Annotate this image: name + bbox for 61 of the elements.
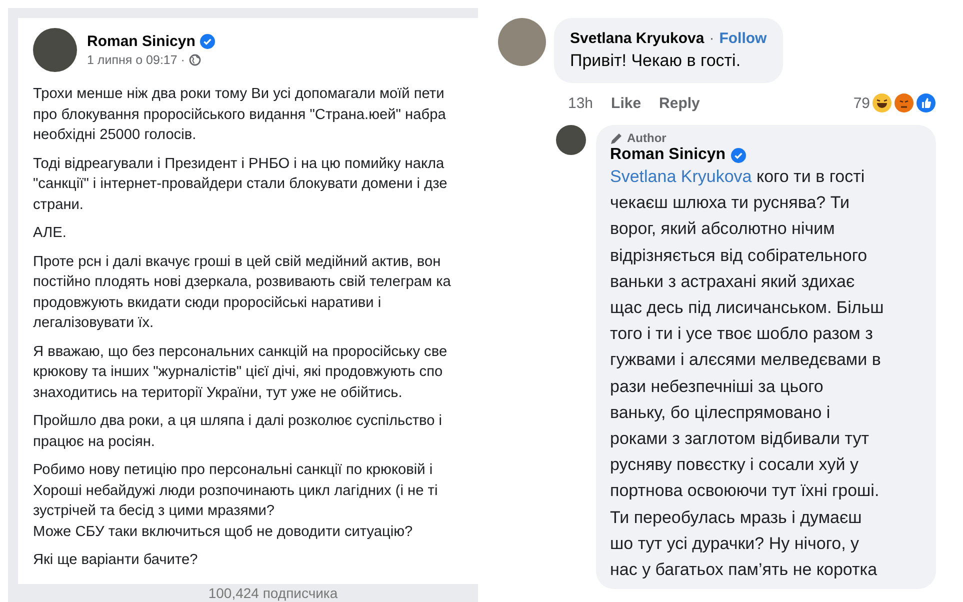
post-text-line: Я вважаю, що без персональних санкцій на проросійську све bbox=[33, 342, 448, 362]
reply-text-line: ваньки з астрахані який здихає bbox=[610, 270, 855, 293]
reaction-count[interactable]: 79 bbox=[853, 94, 870, 112]
separator-dot: · bbox=[709, 30, 714, 47]
thumbs-up-icon bbox=[916, 93, 936, 113]
verified-badge-icon bbox=[200, 34, 216, 49]
angry-emoji-icon bbox=[894, 93, 914, 113]
reply-text-line: Ти переобулась мразь і думаєш bbox=[610, 506, 862, 529]
post-text-line: крюкову та інших "журналістів" цієї дічі, які продовжують спо bbox=[33, 363, 443, 382]
author-name[interactable]: Roman Sinicyn bbox=[87, 33, 196, 50]
post-text-line: Проте рсн і далі вкачує гроші в цей свій медійний актив, вон bbox=[33, 252, 441, 272]
author-name[interactable]: Roman Sinicyn bbox=[610, 146, 726, 164]
author-label: Author bbox=[627, 131, 666, 145]
reply-text-line: того і ти і усе твоє шобло разом з bbox=[610, 323, 873, 346]
reply-text-line: чекаєш шлюха ти руснява? Ти bbox=[610, 192, 850, 214]
laughing-emoji-icon bbox=[872, 93, 892, 113]
reply-text-line: ворог, який абсолютно нічим bbox=[610, 218, 835, 240]
verified-badge-icon bbox=[730, 148, 746, 162]
commenter-name[interactable]: Svetlana Kryukova bbox=[570, 30, 704, 47]
reply-text-line: портнова освоюючи тут їхні гроші. bbox=[610, 480, 880, 502]
avatar bbox=[556, 125, 586, 155]
comment-time[interactable]: 13h bbox=[568, 94, 594, 112]
reply-text-line: рази небезпечніші за цього bbox=[610, 376, 824, 398]
reply-text-line: нас у багатьох пам’ять не коротка bbox=[610, 559, 878, 582]
reply-text-line: відрізняється від собірательного bbox=[610, 244, 868, 267]
reply-text-line: гужвами і алєсями мелведєвами в bbox=[610, 349, 881, 372]
post-text-line: Пройшло два роки, а ця шляпа і далі розколює суспільство і bbox=[33, 412, 442, 431]
post-text-line: страни. bbox=[33, 196, 84, 214]
post-text-line: "санкції" і інтернет-провайдери стали блокувати домени і дзе bbox=[33, 175, 448, 194]
post-text-line: працює на росіян. bbox=[33, 432, 155, 452]
post-text-line: необхідні 25000 голосів. bbox=[33, 126, 196, 145]
post-text-line: про блокування проросійського видання "Страна.юей" набра bbox=[33, 106, 446, 124]
reply-text-line: роками з заглотом відбивали тут bbox=[610, 428, 869, 450]
post-text-line: Тоді відреагували і Президент і РНБО і на цю помийку накла bbox=[33, 154, 444, 174]
comment-text: Привіт! Чекаю в гості. bbox=[570, 51, 742, 71]
post-text-line: Трохи менше ніж два роки тому Ви усі допомагали моїй пети bbox=[33, 85, 444, 104]
post-text-line: легалізовувати їх. bbox=[33, 314, 154, 333]
post-text-line: АЛЕ. bbox=[33, 224, 66, 243]
post-text-line: Може СБУ таки включиться щоб не доводити ситуацію? bbox=[33, 522, 413, 542]
reply-text-line: шо тут усі дурачки? Ну нічого, у bbox=[610, 532, 860, 555]
like-link[interactable]: Like bbox=[611, 94, 642, 112]
avatar bbox=[33, 28, 77, 72]
post-text-line: постійно плодять нові дзеркала, розвивають свій телеграм ка bbox=[33, 273, 451, 292]
post-date[interactable]: 1 липня о 09:17 · bbox=[87, 53, 185, 67]
reply-link[interactable]: Reply bbox=[659, 94, 700, 112]
post-text-line: Які ще варіанти бачите? bbox=[33, 551, 198, 570]
post-text-line: продовжують вкидати сюди проросійські наративи і bbox=[33, 294, 382, 312]
reply-text-line: русняву повєстку і сосали хуй у bbox=[610, 454, 859, 476]
post-text-line: знаходитись на території України, тут уже не обійтись. bbox=[33, 384, 402, 402]
mention-link[interactable]: Svetlana Kryukova bbox=[610, 167, 752, 186]
reply-text-line: Svetlana Kryukova кого ти в гості bbox=[610, 166, 865, 188]
avatar bbox=[498, 18, 546, 66]
reply-text-line: щас десь під лисичанськом. Більш bbox=[610, 297, 884, 320]
post-text-line: зустрічей та бесід з цими мразями? bbox=[33, 502, 275, 521]
follower-count: 100,424 подписчика bbox=[208, 584, 338, 602]
follow-link[interactable]: Follow bbox=[719, 30, 767, 47]
post-text-line: Хороші небайдужі люди розпочинають цикл лагідних (і не ті bbox=[33, 482, 438, 500]
reply-text-line: ваньку, бо цілеспрямовано і bbox=[610, 402, 830, 424]
pencil-icon bbox=[610, 132, 623, 144]
globe-icon bbox=[188, 54, 201, 66]
post-text-line: Робимо нову петицію про персональні санкції по крюковій і bbox=[33, 461, 433, 480]
